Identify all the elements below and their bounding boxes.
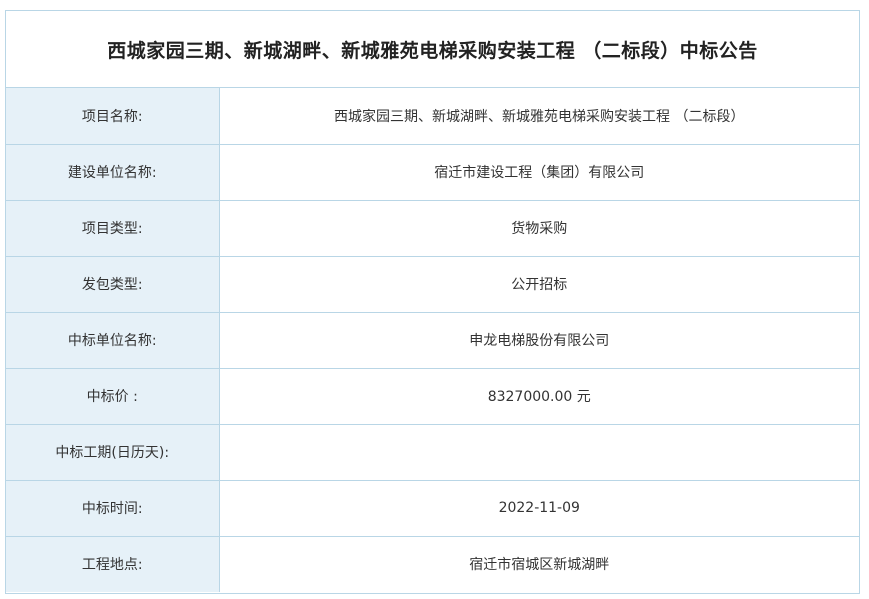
table-row: 项目名称: 西城家园三期、新城湖畔、新城雅苑电梯采购安装工程 （二标段） [6,88,859,145]
row-value-project-name: 西城家园三期、新城湖畔、新城雅苑电梯采购安装工程 （二标段） [219,88,859,145]
row-value-price: 8327000.00 元 [219,368,859,425]
row-value-contract-type: 公开招标 [219,256,859,313]
row-label-duration: 中标工期(日历天): [6,424,220,481]
table-row: 工程地点: 宿迁市宿城区新城湖畔 [6,536,859,592]
table-row: 中标价 : 8327000.00 元 [6,368,859,425]
table-row: 项目类型: 货物采购 [6,200,859,257]
notice-header: 西城家园三期、新城湖畔、新城雅苑电梯采购安装工程 （二标段）中标公告 [6,11,859,88]
table-row: 中标单位名称: 申龙电梯股份有限公司 [6,312,859,369]
row-label-builder: 建设单位名称: [6,144,220,201]
row-value-builder: 宿迁市建设工程（集团）有限公司 [219,144,859,201]
row-label-contract-type: 发包类型: [6,256,220,313]
row-value-award-date: 2022-11-09 [219,480,859,537]
table-row: 中标工期(日历天): [6,424,859,481]
row-label-award-date: 中标时间: [6,480,220,537]
row-value-winner: 申龙电梯股份有限公司 [219,312,859,369]
row-label-project-type: 项目类型: [6,200,220,257]
row-value-location: 宿迁市宿城区新城湖畔 [219,536,859,592]
table-row: 建设单位名称: 宿迁市建设工程（集团）有限公司 [6,144,859,201]
row-label-project-name: 项目名称: [6,88,220,145]
table-row: 发包类型: 公开招标 [6,256,859,313]
row-value-project-type: 货物采购 [219,200,859,257]
notice-panel: 西城家园三期、新城湖畔、新城雅苑电梯采购安装工程 （二标段）中标公告 项目名称:… [5,10,860,594]
row-label-price: 中标价 : [6,368,220,425]
notice-detail-table: 项目名称: 西城家园三期、新城湖畔、新城雅苑电梯采购安装工程 （二标段） 建设单… [6,88,859,592]
row-label-winner: 中标单位名称: [6,312,220,369]
notice-title: 西城家园三期、新城湖畔、新城雅苑电梯采购安装工程 （二标段）中标公告 [107,39,758,62]
row-label-location: 工程地点: [6,536,220,592]
row-value-duration [219,424,859,481]
table-row: 中标时间: 2022-11-09 [6,480,859,537]
